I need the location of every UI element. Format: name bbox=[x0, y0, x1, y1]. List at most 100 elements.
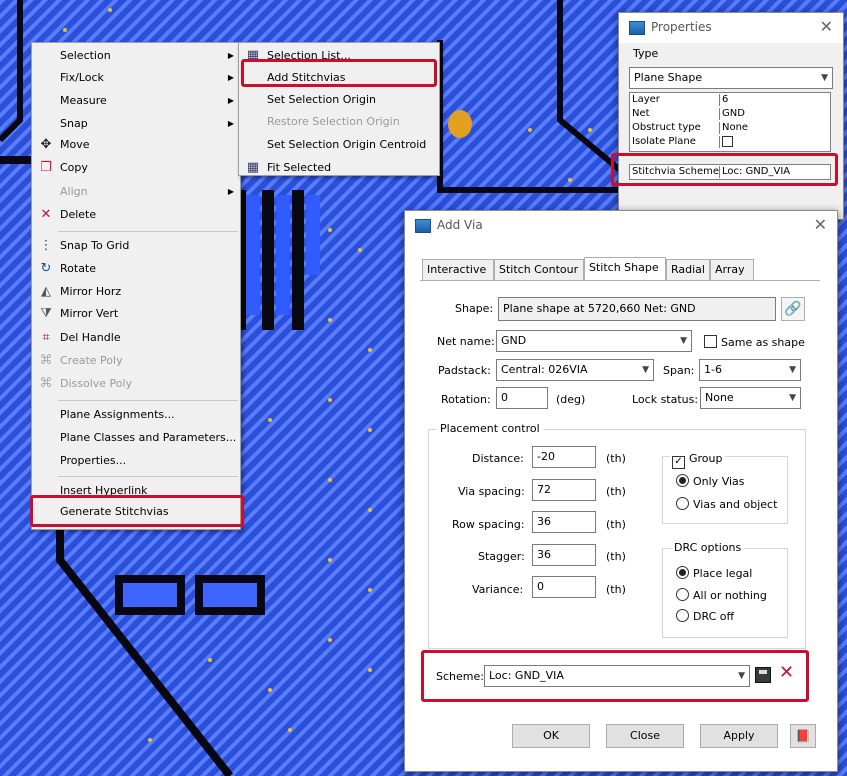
checkbox-icon[interactable] bbox=[722, 136, 733, 147]
help-icon[interactable]: 📕 bbox=[790, 724, 816, 748]
type-label: Type bbox=[633, 47, 659, 60]
same-as-shape-checkbox[interactable]: Same as shape bbox=[704, 335, 805, 349]
tab-stitch-shape[interactable]: Stitch Shape bbox=[584, 257, 666, 281]
del-handle-icon: ⌗ bbox=[42, 330, 50, 345]
property-row[interactable]: Net GND bbox=[630, 108, 830, 120]
link-icon[interactable]: 🔗 bbox=[781, 297, 805, 321]
properties-table: Layer 6 Net GND Obstruct type None Isolate Pla… bbox=[629, 92, 831, 152]
shape-field[interactable]: Plane shape at 5720,660 Net: GND bbox=[498, 297, 776, 321]
radio-icon bbox=[676, 497, 689, 510]
place-legal-label: Place legal bbox=[693, 567, 753, 580]
variance-input[interactable]: 0 bbox=[532, 576, 596, 598]
place-legal-radio[interactable]: Place legal bbox=[676, 566, 752, 580]
context-menu-item[interactable]: ⌗ Del Handle bbox=[32, 327, 240, 349]
submenu-item[interactable]: Restore Selection Origin bbox=[239, 111, 439, 133]
radio-icon bbox=[676, 588, 689, 601]
context-menu-item[interactable]: ✕ Delete bbox=[32, 204, 240, 226]
snap-grid-icon: ⋮ bbox=[39, 238, 53, 253]
distance-input[interactable]: -20 bbox=[532, 446, 596, 468]
variance-label: Variance: bbox=[472, 583, 524, 596]
context-menu-item[interactable]: ⌘ Dissolve Poly bbox=[32, 373, 240, 395]
padstack-select[interactable]: Central: 026VIA ▼ bbox=[496, 359, 654, 381]
span-value: 1-6 bbox=[704, 363, 722, 376]
lock-status-select[interactable]: None ▼ bbox=[700, 387, 801, 409]
menu-item-label: Copy bbox=[60, 161, 88, 174]
all-or-nothing-radio[interactable]: All or nothing bbox=[676, 588, 767, 602]
tab-stitch-contour[interactable]: Stitch Contour bbox=[494, 259, 584, 281]
property-key: Net bbox=[632, 108, 650, 119]
delete-icon: ✕ bbox=[40, 207, 52, 222]
placement-control-title: Placement control bbox=[437, 422, 543, 435]
context-menu-item[interactable]: Snap ▶ bbox=[32, 113, 240, 135]
chevron-right-icon: ▶ bbox=[227, 119, 234, 128]
context-menu-item[interactable]: Plane Assignments... bbox=[32, 404, 240, 426]
drc-off-radio[interactable]: DRC off bbox=[676, 609, 734, 623]
close-icon[interactable]: ✕ bbox=[820, 17, 833, 36]
context-menu-item[interactable]: Plane Classes and Parameters... bbox=[32, 427, 240, 449]
apply-button[interactable]: Apply bbox=[700, 724, 778, 748]
distance-label: Distance: bbox=[472, 452, 524, 465]
netname-label: Net name: bbox=[437, 335, 495, 348]
chevron-right-icon: ▶ bbox=[227, 73, 234, 82]
submenu-item-label: Restore Selection Origin bbox=[267, 115, 400, 128]
column-divider bbox=[719, 108, 720, 120]
move-icon: ✥ bbox=[40, 137, 52, 152]
context-menu-item[interactable]: Fix/Lock ▶ bbox=[32, 67, 240, 89]
add-via-window-icon bbox=[415, 219, 431, 233]
context-menu-item[interactable]: ⧩ Mirror Vert bbox=[32, 303, 240, 325]
property-row[interactable]: Isolate Plane bbox=[630, 136, 830, 148]
context-menu-item[interactable]: ✥ Move bbox=[32, 134, 240, 156]
context-menu-item[interactable]: Align ▶ bbox=[32, 181, 240, 203]
type-select[interactable]: Plane Shape ▼ bbox=[629, 67, 833, 89]
only-vias-radio[interactable]: Only Vias bbox=[676, 474, 745, 488]
property-key: Isolate Plane bbox=[632, 136, 696, 147]
menu-separator bbox=[58, 476, 238, 477]
rotation-unit: (deg) bbox=[556, 393, 586, 406]
netname-value: GND bbox=[501, 334, 527, 347]
menu-item-label: Rotate bbox=[60, 262, 97, 275]
checkbox-icon bbox=[704, 335, 717, 348]
tab-array[interactable]: Array bbox=[710, 259, 754, 281]
properties-titlebar: Properties ✕ bbox=[619, 13, 843, 43]
menu-item-label: Dissolve Poly bbox=[60, 377, 133, 390]
context-menu-item[interactable]: Measure ▶ bbox=[32, 90, 240, 112]
submenu-item[interactable]: ▦ Fit Selected bbox=[239, 157, 439, 179]
group-checkbox[interactable]: ✓ Group bbox=[670, 452, 725, 469]
context-menu-item[interactable]: ⌘ Create Poly bbox=[32, 350, 240, 372]
rotation-label: Rotation: bbox=[441, 393, 491, 406]
property-row[interactable]: Layer 6 bbox=[630, 94, 830, 106]
via-spacing-input[interactable]: 72 bbox=[532, 479, 596, 501]
menu-separator bbox=[58, 231, 238, 232]
submenu-item[interactable]: Set Selection Origin bbox=[239, 89, 439, 111]
highlight-scheme bbox=[421, 650, 809, 702]
add-via-titlebar: Add Via ✕ bbox=[405, 211, 837, 241]
close-icon[interactable]: ✕ bbox=[814, 215, 827, 234]
tab-radial[interactable]: Radial bbox=[666, 259, 710, 281]
property-row[interactable]: Obstruct type None bbox=[630, 122, 830, 134]
vias-and-object-radio[interactable]: Vias and object bbox=[676, 497, 777, 511]
submenu-item[interactable]: Set Selection Origin Centroid bbox=[239, 134, 439, 156]
context-menu-item[interactable]: ⋮ Snap To Grid bbox=[32, 235, 240, 257]
tab-interactive[interactable]: Interactive bbox=[422, 259, 494, 281]
netname-select[interactable]: GND ▼ bbox=[496, 330, 692, 352]
properties-title: Properties bbox=[651, 20, 712, 34]
stagger-input[interactable]: 36 bbox=[532, 544, 596, 566]
chevron-down-icon: ▼ bbox=[789, 365, 796, 375]
menu-item-label: Delete bbox=[60, 208, 97, 221]
mirror-vert-icon: ⧩ bbox=[40, 306, 52, 321]
row-spacing-input[interactable]: 36 bbox=[532, 511, 596, 533]
context-menu-item[interactable]: Selection ▶ bbox=[32, 45, 240, 67]
close-button[interactable]: Close bbox=[606, 724, 684, 748]
only-vias-label: Only Vias bbox=[693, 475, 745, 488]
all-or-nothing-label: All or nothing bbox=[693, 589, 767, 602]
ok-button[interactable]: OK bbox=[512, 724, 590, 748]
via-spacing-label: Via spacing: bbox=[458, 485, 525, 498]
span-select[interactable]: 1-6 ▼ bbox=[699, 359, 801, 381]
context-menu-item[interactable]: Properties... bbox=[32, 450, 240, 472]
rotation-input[interactable]: 0 bbox=[496, 387, 548, 409]
context-menu-item[interactable]: ◭ Mirror Horz bbox=[32, 281, 240, 303]
context-menu-item[interactable]: ❐ Copy bbox=[32, 157, 240, 179]
menu-item-label: Snap To Grid bbox=[60, 239, 130, 252]
context-menu-item[interactable]: ↻ Rotate bbox=[32, 258, 240, 280]
drc-off-label: DRC off bbox=[693, 610, 735, 623]
